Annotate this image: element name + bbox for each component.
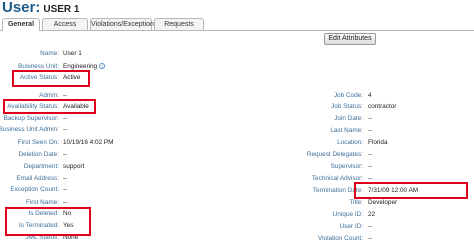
title-label: Title: bbox=[349, 199, 363, 206]
business-unit-text: Engineering bbox=[63, 63, 98, 70]
backup-supervisor-label: Backup Supervisor: bbox=[3, 115, 59, 122]
page-title: User: USER 1 bbox=[2, 0, 79, 16]
department-label: Department: bbox=[23, 163, 59, 170]
first-seen-on-value: 10/19/16 4:02 PM bbox=[63, 139, 114, 146]
user-id-value: -- bbox=[368, 223, 373, 230]
deletion-date-value: -- bbox=[63, 151, 68, 158]
deletion-date-label: Deletion Date: bbox=[18, 151, 60, 158]
job-status-value: contractor bbox=[368, 103, 397, 110]
business-unit-admin-value: -- bbox=[63, 126, 68, 133]
page-title-prefix: User: bbox=[2, 0, 41, 16]
business-unit-admin-label: Business Unit Admin: bbox=[0, 126, 59, 133]
email-address-value: -- bbox=[63, 175, 68, 182]
email-address-label: Email Address: bbox=[16, 175, 59, 182]
edit-attributes-button[interactable]: Edit Attributes bbox=[324, 33, 376, 45]
exception-count-value: -- bbox=[63, 186, 68, 193]
unique-id-value: 22 bbox=[368, 211, 376, 218]
name-value: User 1 bbox=[63, 50, 82, 57]
highlight-active-status bbox=[12, 70, 90, 87]
first-name-value: -- bbox=[63, 199, 68, 206]
unique-id-label: Unique ID: bbox=[332, 211, 363, 218]
tab-requests[interactable]: Requests bbox=[154, 18, 204, 30]
first-seen-on-label: First Seen On: bbox=[17, 139, 59, 146]
job-code-label: Job Code: bbox=[333, 92, 363, 99]
highlight-termination-date bbox=[354, 182, 468, 199]
backup-supervisor-value: -- bbox=[63, 115, 68, 122]
highlight-deleted-terminated bbox=[5, 207, 91, 236]
highlight-availability-status bbox=[3, 99, 96, 114]
tab-access[interactable]: Access bbox=[42, 18, 88, 30]
last-name-value: -- bbox=[368, 127, 373, 134]
join-date-value: -- bbox=[368, 115, 373, 122]
tab-general[interactable]: General bbox=[2, 18, 40, 31]
first-name-label: First Name: bbox=[25, 199, 59, 206]
violation-count-label: Violation Count: bbox=[317, 235, 363, 242]
last-name-label: Last Name: bbox=[330, 127, 363, 134]
title-value: Developer bbox=[368, 199, 398, 206]
exception-count-label: Exception Count: bbox=[10, 186, 59, 193]
supervisor-value: -- bbox=[368, 163, 373, 170]
job-code-value: 4 bbox=[368, 92, 372, 99]
request-delegates-label: Request Delegates: bbox=[306, 151, 363, 158]
join-date-label: Join Date: bbox=[334, 115, 363, 122]
tab-violations-exceptions[interactable]: Violations/Exceptions bbox=[90, 18, 157, 30]
info-icon[interactable]: i bbox=[99, 63, 106, 70]
department-value: support bbox=[63, 163, 85, 170]
location-value: Florida bbox=[368, 139, 388, 146]
supervisor-label: Supervisor: bbox=[330, 163, 363, 170]
user-id-label: User ID: bbox=[339, 223, 363, 230]
user-name-heading: USER 1 bbox=[43, 4, 80, 15]
request-delegates-value: -- bbox=[368, 151, 373, 158]
job-status-label: Job Status: bbox=[331, 103, 363, 110]
violation-count-value: -- bbox=[368, 235, 373, 242]
name-label: Name: bbox=[40, 50, 59, 57]
location-label: Location: bbox=[337, 139, 363, 146]
